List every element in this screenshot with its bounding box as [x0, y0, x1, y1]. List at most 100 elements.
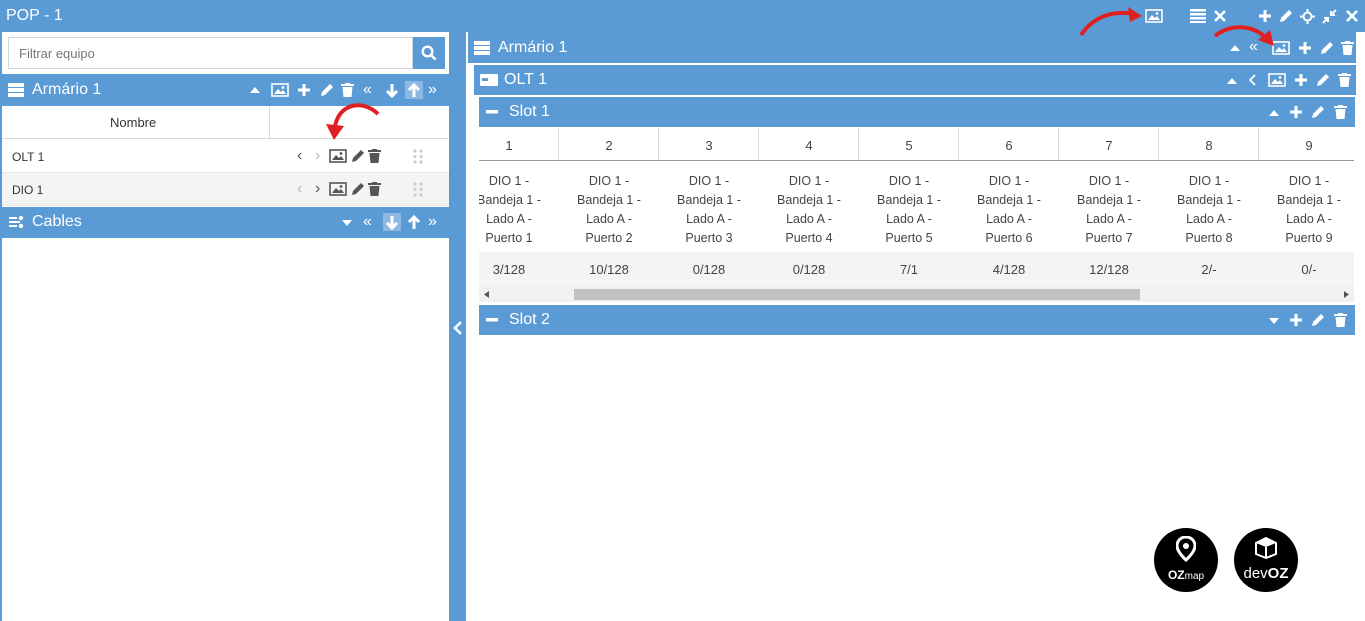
double-left-icon[interactable]: «: [363, 82, 372, 98]
pencil-icon[interactable]: [350, 182, 365, 197]
trash-icon[interactable]: [1334, 105, 1347, 119]
window-title: POP - 1: [6, 7, 63, 24]
window-titlebar: POP - 1: [0, 0, 1365, 32]
port-column[interactable]: 4 DIO 1 - Bandeja 1 - Lado A - Puerto 4 …: [759, 128, 859, 286]
detail-panel: Armário 1 « OLT 1 Slot 1 1 DIO 1 - Bande…: [466, 32, 1365, 621]
map-pin-icon: [1176, 536, 1196, 562]
port-column[interactable]: 3 DIO 1 - Bandeja 1 - Lado A - Puerto 3 …: [659, 128, 759, 286]
panel-splitter[interactable]: [450, 32, 466, 621]
scroll-left-icon[interactable]: [484, 291, 489, 298]
list-icon[interactable]: [1190, 9, 1206, 23]
pencil-icon[interactable]: [1278, 9, 1293, 24]
server-icon: [480, 74, 498, 86]
plus-icon[interactable]: [1258, 9, 1272, 23]
chevron-right-icon[interactable]: ›: [315, 180, 320, 198]
port-usage: 12/128: [1089, 262, 1129, 277]
port-number: 6: [1005, 138, 1013, 153]
table-row[interactable]: DIO 1 ‹ ›: [2, 173, 449, 206]
slot2-title: Slot 2: [509, 311, 550, 328]
arrow-up-icon: [407, 83, 421, 97]
minus-icon[interactable]: [486, 318, 498, 322]
pencil-icon[interactable]: [1310, 313, 1325, 328]
devoz-logo: devOZ: [1234, 528, 1298, 592]
trash-icon[interactable]: [1341, 41, 1354, 55]
pencil-icon[interactable]: [1315, 73, 1330, 88]
annotation-arrow: [1079, 7, 1142, 37]
image-icon[interactable]: [329, 182, 347, 196]
trash-icon[interactable]: [1338, 73, 1351, 87]
chevron-left-icon[interactable]: [453, 321, 463, 335]
port-column[interactable]: 5 DIO 1 - Bandeja 1 - Lado A - Puerto 5 …: [859, 128, 959, 286]
trash-icon[interactable]: [368, 182, 381, 196]
port-column[interactable]: 7 DIO 1 - Bandeja 1 - Lado A - Puerto 7 …: [1059, 128, 1159, 286]
search-input[interactable]: [8, 37, 413, 69]
plus-icon[interactable]: [1289, 105, 1303, 119]
port-column[interactable]: 9 DIO 1 - Bandeja 1 - Lado A - Puerto 9 …: [1259, 128, 1354, 286]
drag-handle-icon[interactable]: [413, 182, 423, 197]
port-number: 4: [805, 138, 813, 153]
pencil-icon[interactable]: [1310, 105, 1325, 120]
port-number: 7: [1105, 138, 1113, 153]
horizontal-scrollbar[interactable]: [479, 286, 1354, 302]
chevron-left-icon[interactable]: ‹: [297, 147, 302, 165]
plus-icon[interactable]: [297, 83, 311, 97]
column-header-name: Nombre: [110, 115, 157, 130]
trash-icon[interactable]: [341, 83, 354, 97]
scroll-right-icon[interactable]: [1344, 291, 1349, 298]
search-button[interactable]: [413, 37, 445, 69]
plus-icon[interactable]: [1289, 313, 1303, 327]
port-column[interactable]: 1 DIO 1 - Bandeja 1 - Lado A - Puerto 1 …: [479, 128, 559, 286]
caret-down-icon[interactable]: [1269, 318, 1279, 324]
port-column[interactable]: 6 DIO 1 - Bandeja 1 - Lado A - Puerto 6 …: [959, 128, 1059, 286]
port-usage: 0/128: [792, 262, 826, 277]
close-window-icon[interactable]: [1346, 10, 1358, 22]
image-icon[interactable]: [1145, 9, 1163, 23]
double-right-icon[interactable]: »: [428, 82, 437, 98]
port-connection: DIO 1 - Bandeja 1 - Lado A - Puerto 1: [479, 174, 541, 245]
port-column[interactable]: 8 DIO 1 - Bandeja 1 - Lado A - Puerto 8 …: [1159, 128, 1259, 286]
server-icon: [8, 83, 24, 97]
plus-icon[interactable]: [1294, 73, 1308, 87]
equipment-name: DIO 1: [12, 183, 44, 197]
image-icon[interactable]: [329, 149, 347, 163]
chevron-left-icon[interactable]: ‹: [297, 180, 302, 198]
image-icon[interactable]: [1268, 73, 1286, 87]
close-icon[interactable]: [1214, 10, 1226, 22]
caret-up-icon[interactable]: [1227, 78, 1237, 84]
cable-icon: [9, 215, 24, 229]
drag-handle-icon[interactable]: [413, 149, 423, 164]
arrow-down-icon[interactable]: [385, 83, 399, 98]
port-number: 8: [1205, 138, 1213, 153]
collapse-icon[interactable]: [1322, 9, 1337, 24]
slot2-header[interactable]: Slot 2: [479, 305, 1355, 335]
pencil-icon[interactable]: [319, 83, 334, 98]
arrow-up-icon[interactable]: [407, 215, 421, 230]
pencil-icon[interactable]: [1319, 41, 1334, 56]
annotation-arrow: [326, 103, 380, 140]
move-icon[interactable]: [1300, 9, 1315, 24]
cabinet-detail-title: Armário 1: [498, 39, 568, 56]
caret-up-icon[interactable]: [250, 87, 260, 93]
caret-up-icon[interactable]: [1269, 110, 1279, 116]
double-left-icon[interactable]: «: [363, 214, 372, 230]
double-right-icon[interactable]: »: [428, 214, 437, 230]
plus-icon[interactable]: [1298, 41, 1312, 55]
trash-icon[interactable]: [1334, 313, 1347, 327]
scrollbar-thumb[interactable]: [574, 289, 1140, 300]
port-connection: DIO 1 - Bandeja 1 - Lado A - Puerto 5: [877, 174, 941, 245]
image-icon[interactable]: [271, 83, 289, 97]
minus-icon[interactable]: [486, 110, 498, 114]
port-column[interactable]: 2 DIO 1 - Bandeja 1 - Lado A - Puerto 2 …: [559, 128, 659, 286]
arrow-down-button[interactable]: [383, 213, 401, 231]
cabinet-title: Armário 1: [32, 81, 102, 98]
caret-down-icon[interactable]: [342, 220, 352, 226]
chevron-left-icon[interactable]: [1249, 74, 1257, 86]
arrow-up-button[interactable]: [405, 81, 423, 99]
trash-icon[interactable]: [368, 149, 381, 163]
port-usage: 10/128: [589, 262, 629, 277]
equipment-filter: [8, 37, 445, 69]
chevron-right-icon[interactable]: ›: [315, 147, 320, 165]
slot1-header[interactable]: Slot 1: [479, 97, 1355, 127]
port-connection: DIO 1 - Bandeja 1 - Lado A - Puerto 4: [777, 174, 841, 245]
pencil-icon[interactable]: [350, 149, 365, 164]
